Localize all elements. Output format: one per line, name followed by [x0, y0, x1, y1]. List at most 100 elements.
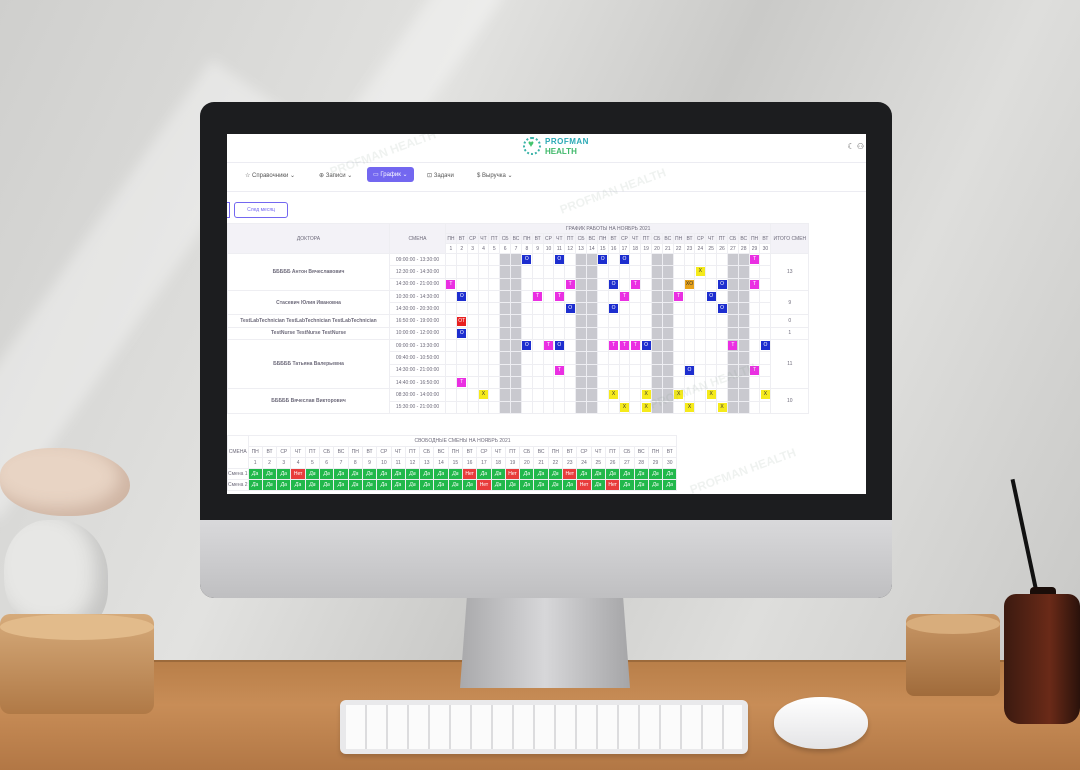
schedule-cell[interactable]	[759, 252, 772, 267]
schedule-cell[interactable]	[629, 363, 642, 377]
schedule-cell[interactable]	[499, 265, 512, 279]
free-shift-cell[interactable]: Да	[304, 479, 321, 491]
schedule-cell[interactable]	[596, 375, 609, 390]
free-shift-cell[interactable]: Да	[547, 468, 564, 480]
free-shift-cell[interactable]: Да	[547, 479, 564, 491]
schedule-cell[interactable]	[542, 326, 555, 341]
schedule-cell[interactable]: O	[705, 289, 718, 304]
schedule-cell[interactable]: T	[748, 252, 761, 267]
schedule-cell[interactable]	[596, 277, 609, 291]
schedule-cell[interactable]	[499, 314, 512, 328]
schedule-cell[interactable]	[499, 252, 512, 267]
schedule-cell[interactable]	[716, 326, 728, 341]
schedule-cell[interactable]	[672, 252, 685, 267]
schedule-cell[interactable]	[510, 363, 522, 377]
schedule-cell[interactable]	[705, 314, 718, 328]
free-shift-cell[interactable]: Да	[361, 479, 378, 491]
free-shift-cell[interactable]: Да	[404, 479, 421, 491]
schedule-cell[interactable]	[705, 326, 718, 341]
schedule-cell[interactable]	[510, 339, 522, 353]
schedule-cell[interactable]: O	[564, 302, 577, 316]
schedule-cell[interactable]	[694, 302, 707, 316]
free-shift-cell[interactable]: Да	[347, 468, 363, 480]
schedule-cell[interactable]	[607, 314, 620, 328]
schedule-cell[interactable]	[629, 375, 642, 390]
schedule-cell[interactable]	[585, 265, 598, 279]
schedule-cell[interactable]	[672, 302, 685, 316]
shift-mark[interactable]: O	[619, 255, 629, 265]
schedule-cell[interactable]	[759, 289, 772, 304]
schedule-cell[interactable]	[477, 277, 490, 291]
schedule-cell[interactable]	[445, 351, 457, 365]
schedule-cell[interactable]: XO	[683, 277, 696, 291]
free-shift-cell[interactable]: Да	[333, 479, 349, 491]
schedule-cell[interactable]	[607, 252, 620, 267]
schedule-cell[interactable]	[748, 265, 761, 279]
schedule-cell[interactable]	[618, 302, 631, 316]
free-shift-cell[interactable]: Да	[276, 479, 292, 491]
schedule-cell[interactable]: O	[759, 339, 772, 353]
nav-tasks[interactable]: ⊡ Задачи	[427, 172, 454, 179]
schedule-cell[interactable]	[564, 400, 577, 414]
schedule-cell[interactable]	[531, 363, 544, 377]
shift-mark[interactable]: T	[619, 292, 629, 302]
schedule-cell[interactable]	[596, 302, 609, 316]
schedule-cell[interactable]	[564, 326, 577, 341]
free-shift-cell[interactable]: Да	[319, 479, 335, 491]
schedule-cell[interactable]: O	[455, 289, 468, 304]
schedule-cell[interactable]: O	[607, 277, 620, 291]
free-shift-cell[interactable]: Нет	[476, 479, 492, 491]
schedule-cell[interactable]	[683, 339, 696, 353]
schedule-cell[interactable]: T	[629, 277, 642, 291]
schedule-cell[interactable]	[510, 400, 522, 414]
schedule-cell[interactable]	[585, 400, 598, 414]
schedule-cell[interactable]	[575, 289, 587, 304]
free-shift-cell[interactable]: Да	[562, 479, 578, 491]
schedule-cell[interactable]	[531, 265, 544, 279]
schedule-cell[interactable]	[651, 302, 663, 316]
shift-mark[interactable]: T	[630, 341, 640, 351]
shift-mark[interactable]: T	[533, 292, 543, 302]
schedule-cell[interactable]	[629, 351, 642, 365]
shift-mark[interactable]: T	[446, 279, 456, 289]
schedule-cell[interactable]	[651, 326, 663, 341]
schedule-cell[interactable]	[748, 314, 761, 328]
schedule-cell[interactable]	[575, 388, 587, 402]
schedule-cell[interactable]	[531, 326, 544, 341]
schedule-cell[interactable]	[520, 265, 533, 279]
schedule-cell[interactable]	[748, 375, 761, 390]
schedule-cell[interactable]: T	[553, 289, 566, 304]
schedule-cell[interactable]	[596, 265, 609, 279]
schedule-cell[interactable]	[607, 265, 620, 279]
schedule-cell[interactable]	[651, 252, 663, 267]
schedule-cell[interactable]	[445, 400, 457, 414]
free-shift-cell[interactable]: Да	[433, 479, 449, 491]
schedule-cell[interactable]	[575, 351, 587, 365]
shift-mark[interactable]: X	[695, 267, 705, 277]
schedule-cell[interactable]	[585, 289, 598, 304]
schedule-cell[interactable]	[661, 363, 674, 377]
schedule-cell[interactable]	[542, 351, 555, 365]
schedule-cell[interactable]	[466, 265, 479, 279]
schedule-cell[interactable]	[477, 289, 490, 304]
schedule-cell[interactable]	[564, 339, 577, 353]
schedule-cell[interactable]	[716, 388, 728, 402]
schedule-cell[interactable]	[466, 289, 479, 304]
schedule-cell[interactable]	[737, 388, 750, 402]
schedule-cell[interactable]	[575, 302, 587, 316]
schedule-cell[interactable]	[705, 302, 718, 316]
shift-mark[interactable]: O	[598, 255, 608, 265]
free-shift-cell[interactable]: Да	[390, 468, 406, 480]
schedule-cell[interactable]	[683, 351, 696, 365]
schedule-cell[interactable]	[575, 265, 587, 279]
shift-mark[interactable]: XO	[685, 279, 694, 289]
schedule-cell[interactable]	[716, 339, 728, 353]
schedule-cell[interactable]	[629, 252, 642, 267]
schedule-cell[interactable]	[585, 363, 598, 377]
schedule-cell[interactable]	[499, 351, 512, 365]
free-shift-cell[interactable]: Да	[619, 468, 635, 480]
schedule-cell[interactable]	[596, 326, 609, 341]
schedule-cell[interactable]	[651, 314, 663, 328]
schedule-cell[interactable]: O	[455, 326, 468, 341]
shift-mark[interactable]: O	[522, 341, 532, 351]
